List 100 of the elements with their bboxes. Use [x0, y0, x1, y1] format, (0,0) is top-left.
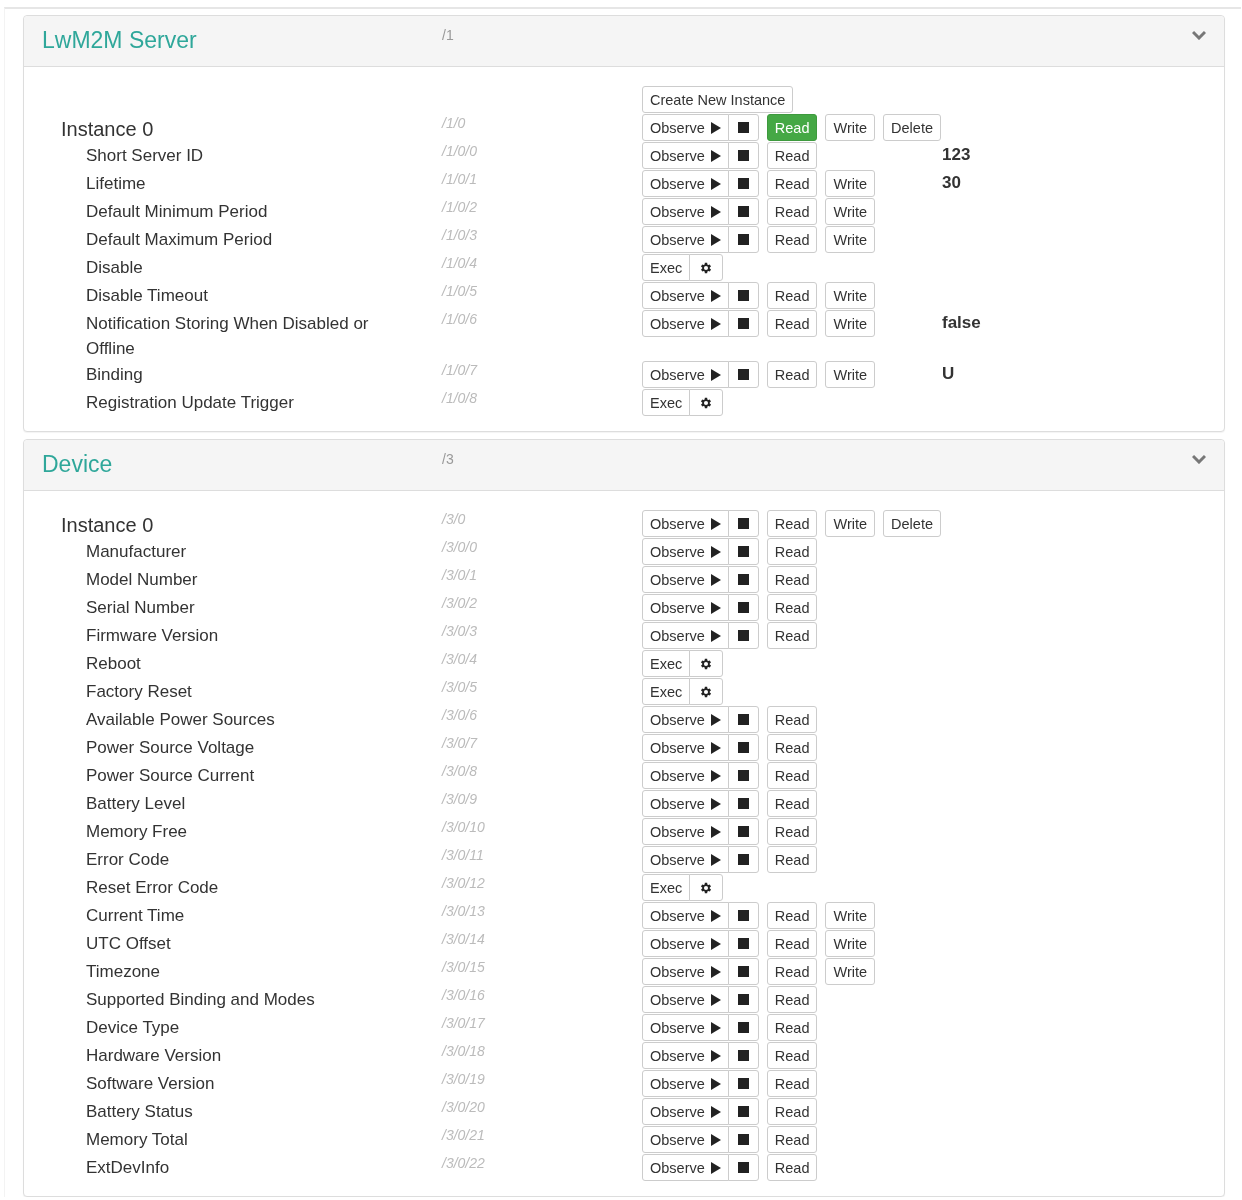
- read-button[interactable]: Read: [766, 282, 818, 309]
- observe-button[interactable]: Observe: [642, 170, 729, 197]
- observe-button[interactable]: Observe: [642, 930, 729, 957]
- write-button[interactable]: Write: [825, 170, 876, 197]
- exec-button[interactable]: Exec: [642, 678, 691, 705]
- observe-button[interactable]: Observe: [642, 622, 729, 649]
- write-button[interactable]: Write: [825, 310, 876, 337]
- observe-button[interactable]: Observe: [642, 762, 729, 789]
- observe-button[interactable]: Observe: [642, 361, 729, 388]
- stop-button[interactable]: [727, 1126, 759, 1153]
- write-button[interactable]: Write: [825, 226, 876, 253]
- observe-button[interactable]: Observe: [642, 1014, 729, 1041]
- stop-button[interactable]: [727, 198, 759, 225]
- settings-button[interactable]: [689, 650, 724, 677]
- stop-button[interactable]: [727, 622, 759, 649]
- stop-button[interactable]: [727, 114, 759, 141]
- stop-button[interactable]: [727, 818, 759, 845]
- stop-button[interactable]: [727, 734, 759, 761]
- read-button[interactable]: Read: [766, 538, 818, 565]
- observe-button[interactable]: Observe: [642, 142, 729, 169]
- observe-button[interactable]: Observe: [642, 902, 729, 929]
- observe-button[interactable]: Observe: [642, 114, 729, 141]
- read-button[interactable]: Read: [766, 734, 818, 761]
- read-button[interactable]: Read: [766, 361, 818, 388]
- observe-button[interactable]: Observe: [642, 1042, 729, 1069]
- observe-button[interactable]: Observe: [642, 310, 729, 337]
- settings-button[interactable]: [689, 254, 724, 281]
- observe-button[interactable]: Observe: [642, 958, 729, 985]
- settings-button[interactable]: [689, 874, 724, 901]
- observe-button[interactable]: Observe: [642, 734, 729, 761]
- observe-button[interactable]: Observe: [642, 282, 729, 309]
- read-button[interactable]: Read: [766, 902, 818, 929]
- stop-button[interactable]: [727, 538, 759, 565]
- delete-button[interactable]: Delete: [883, 114, 941, 141]
- stop-button[interactable]: [727, 170, 759, 197]
- exec-button[interactable]: Exec: [642, 874, 691, 901]
- write-button[interactable]: Write: [825, 958, 876, 985]
- observe-button[interactable]: Observe: [642, 594, 729, 621]
- observe-button[interactable]: Observe: [642, 510, 729, 537]
- stop-button[interactable]: [727, 1042, 759, 1069]
- read-button[interactable]: Read: [766, 170, 818, 197]
- stop-button[interactable]: [727, 510, 759, 537]
- observe-button[interactable]: Observe: [642, 566, 729, 593]
- read-button[interactable]: Read: [766, 930, 818, 957]
- delete-button[interactable]: Delete: [883, 510, 941, 537]
- read-button[interactable]: Read: [766, 818, 818, 845]
- stop-button[interactable]: [727, 706, 759, 733]
- read-button[interactable]: Read: [766, 310, 818, 337]
- write-button[interactable]: Write: [825, 198, 876, 225]
- read-button[interactable]: Read: [766, 986, 818, 1013]
- read-button[interactable]: Read: [766, 594, 818, 621]
- read-button[interactable]: Read: [766, 790, 818, 817]
- stop-button[interactable]: [727, 1070, 759, 1097]
- stop-button[interactable]: [727, 566, 759, 593]
- write-button[interactable]: Write: [825, 114, 876, 141]
- stop-button[interactable]: [727, 1154, 759, 1181]
- read-button[interactable]: Read: [766, 1070, 818, 1097]
- observe-button[interactable]: Observe: [642, 706, 729, 733]
- write-button[interactable]: Write: [825, 510, 876, 537]
- write-button[interactable]: Write: [825, 930, 876, 957]
- stop-button[interactable]: [727, 846, 759, 873]
- settings-button[interactable]: [689, 389, 724, 416]
- read-button[interactable]: Read: [766, 510, 818, 537]
- stop-button[interactable]: [727, 930, 759, 957]
- chevron-icon[interactable]: [1192, 454, 1206, 464]
- read-button[interactable]: Read: [766, 1098, 818, 1125]
- observe-button[interactable]: Observe: [642, 818, 729, 845]
- stop-button[interactable]: [727, 1014, 759, 1041]
- read-button[interactable]: Read: [766, 1014, 818, 1041]
- stop-button[interactable]: [727, 282, 759, 309]
- observe-button[interactable]: Observe: [642, 1098, 729, 1125]
- read-button[interactable]: Read: [766, 846, 818, 873]
- observe-button[interactable]: Observe: [642, 226, 729, 253]
- write-button[interactable]: Write: [825, 361, 876, 388]
- read-button[interactable]: Read: [766, 566, 818, 593]
- stop-button[interactable]: [727, 986, 759, 1013]
- read-button[interactable]: Read: [766, 622, 818, 649]
- stop-button[interactable]: [727, 226, 759, 253]
- stop-button[interactable]: [727, 310, 759, 337]
- stop-button[interactable]: [727, 790, 759, 817]
- stop-button[interactable]: [727, 1098, 759, 1125]
- stop-button[interactable]: [727, 902, 759, 929]
- read-button[interactable]: Read: [766, 958, 818, 985]
- stop-button[interactable]: [727, 762, 759, 789]
- observe-button[interactable]: Observe: [642, 538, 729, 565]
- read-button[interactable]: Read: [766, 1042, 818, 1069]
- read-button[interactable]: Read: [766, 1154, 818, 1181]
- stop-button[interactable]: [727, 361, 759, 388]
- settings-button[interactable]: [689, 678, 724, 705]
- exec-button[interactable]: Exec: [642, 389, 691, 416]
- observe-button[interactable]: Observe: [642, 198, 729, 225]
- read-button[interactable]: Read: [766, 226, 818, 253]
- read-button[interactable]: Read: [766, 762, 818, 789]
- observe-button[interactable]: Observe: [642, 1154, 729, 1181]
- read-button[interactable]: Read: [766, 142, 818, 169]
- stop-button[interactable]: [727, 142, 759, 169]
- read-button[interactable]: Read: [766, 706, 818, 733]
- read-button[interactable]: Read: [766, 198, 818, 225]
- read-button[interactable]: Read: [766, 1126, 818, 1153]
- exec-button[interactable]: Exec: [642, 254, 691, 281]
